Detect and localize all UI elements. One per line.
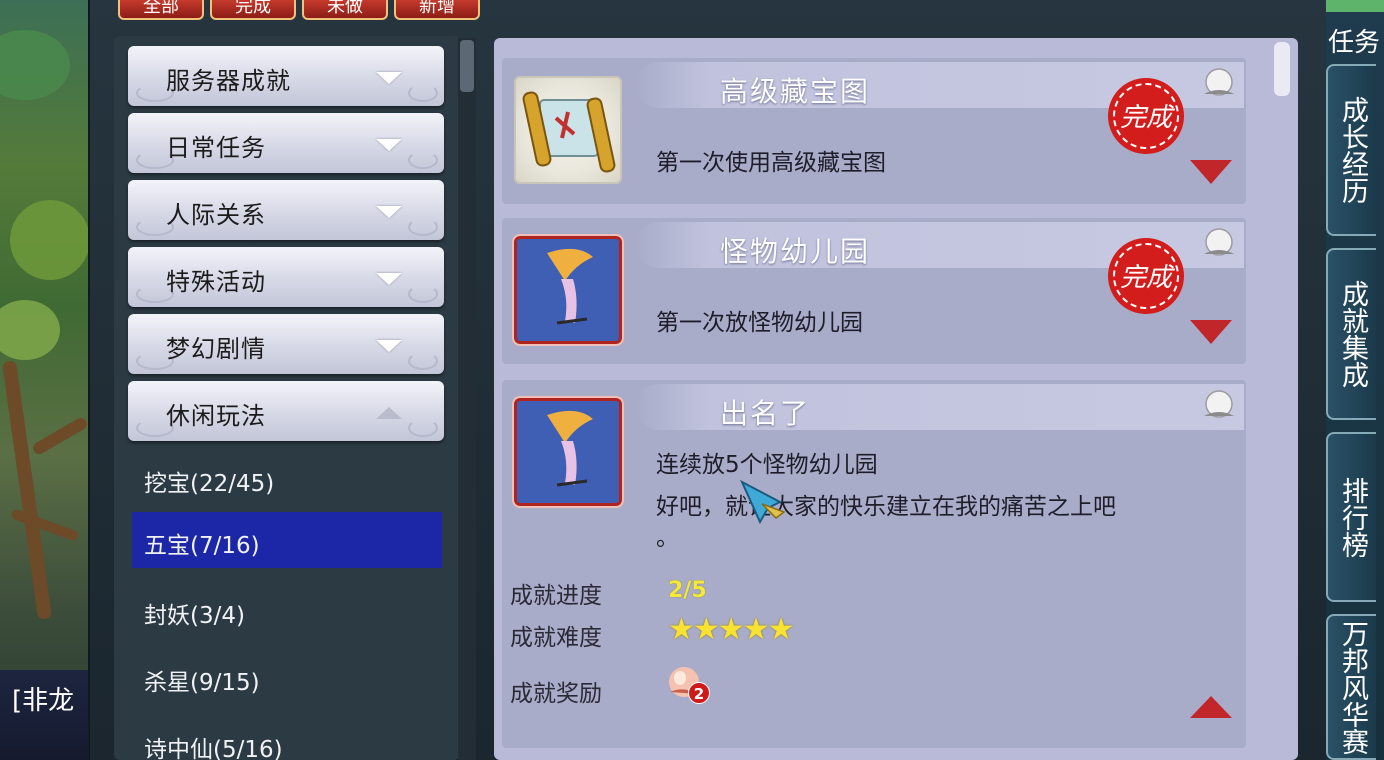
progress-value: 2/5: [668, 578, 707, 603]
chevron-down-icon: [376, 72, 402, 84]
reward-count-badge: 2: [688, 682, 710, 704]
filter-tabs: 全部 完成 未做 新增: [118, 0, 480, 22]
achievement-description: 第一次使用高级藏宝图: [656, 150, 886, 176]
game-scenery: [0, 0, 95, 760]
category-daily-tasks[interactable]: 日常任务: [128, 113, 444, 173]
filter-tab-not-done[interactable]: 未做: [302, 0, 388, 20]
subcategory-five-treasures[interactable]: 五宝(7/16): [132, 512, 442, 568]
tab-wanbang-contest[interactable]: 万邦风华赛: [1326, 614, 1376, 760]
peach-icon: [1204, 228, 1234, 256]
chevron-down-icon: [376, 340, 402, 352]
achievement-title: 高级藏宝图: [720, 75, 871, 108]
achievement-card-expanded[interactable]: 出名了 连续放5个怪物幼儿园 好吧，就让大家的快乐建立在我的痛苦之上吧 。 成就…: [502, 380, 1246, 748]
chevron-down-icon: [376, 273, 402, 285]
difficulty-stars-icon: ★★★★★: [668, 612, 794, 647]
task-tab-label[interactable]: 任务: [1328, 22, 1380, 59]
category-panel: 服务器成就 日常任务 人际关系 特殊活动 梦幻剧情 休闲玩法 挖宝(22/45)…: [114, 36, 460, 760]
category-scrollbar[interactable]: [458, 38, 476, 760]
difficulty-row: 成就难度 ★★★★★: [510, 612, 794, 652]
tab-achievement-collection[interactable]: 成就集成: [1326, 248, 1376, 420]
category-label: 日常任务: [166, 134, 266, 162]
category-label: 特殊活动: [166, 268, 266, 296]
achievement-description: 第一次放怪物幼儿园: [656, 310, 863, 336]
chevron-down-icon: [376, 206, 402, 218]
description-line: 。: [656, 525, 679, 551]
category-special-events[interactable]: 特殊活动: [128, 247, 444, 307]
subcategory-kill-stars[interactable]: 杀星(9/15): [132, 649, 442, 705]
tab-growth-history[interactable]: 成长经历: [1326, 64, 1376, 236]
description-line: 连续放5个怪物幼儿园: [656, 452, 878, 478]
stamp-text: 完成: [1120, 263, 1176, 293]
tab-leaderboard[interactable]: 排行榜: [1326, 432, 1376, 602]
filter-tab-all[interactable]: 全部: [118, 0, 204, 20]
treasure-map-scroll-icon: [514, 76, 622, 184]
filter-tab-new[interactable]: 新增: [394, 0, 480, 20]
chevron-up-icon: [376, 407, 402, 419]
category-label: 梦幻剧情: [166, 335, 266, 363]
achievement-description: 连续放5个怪物幼儿园 好吧，就让大家的快乐建立在我的痛苦之上吧 。: [656, 444, 1116, 551]
filter-tab-completed[interactable]: 完成: [210, 0, 296, 20]
monster-kindergarten-icon: [512, 396, 624, 508]
description-line: 好吧，就让大家的快乐建立在我的痛苦之上吧: [656, 494, 1116, 520]
subcategory-treasure-dig[interactable]: 挖宝(22/45): [132, 450, 442, 506]
achievement-card[interactable]: 怪物幼儿园 第一次放怪物幼儿园 完成: [502, 218, 1246, 364]
difficulty-label: 成就难度: [510, 625, 602, 651]
category-label: 休闲玩法: [166, 402, 266, 430]
monster-kindergarten-icon: [512, 234, 624, 346]
peach-icon: [1204, 68, 1234, 96]
category-label: 服务器成就: [166, 67, 291, 95]
completed-stamp-icon: 完成: [1108, 78, 1184, 154]
achievement-title: 怪物幼儿园: [720, 235, 871, 268]
expand-arrow-icon[interactable]: [1190, 320, 1232, 344]
progress-label: 成就进度: [510, 583, 602, 609]
category-story[interactable]: 梦幻剧情: [128, 314, 444, 374]
stamp-text: 完成: [1120, 103, 1176, 133]
category-leisure[interactable]: 休闲玩法: [128, 381, 444, 441]
reward-peach-icon[interactable]: 2: [664, 660, 710, 706]
achievement-card[interactable]: 高级藏宝图 第一次使用高级藏宝图 完成: [502, 58, 1246, 204]
collapse-arrow-icon[interactable]: [1190, 696, 1232, 718]
scrollbar-thumb[interactable]: [460, 40, 474, 92]
achievement-scrollbar[interactable]: [1270, 38, 1296, 760]
completed-stamp-icon: 完成: [1108, 238, 1184, 314]
scrollbar-thumb[interactable]: [1274, 42, 1290, 96]
player-name-label: [非龙: [0, 670, 88, 760]
category-label: 人际关系: [166, 201, 266, 229]
reward-label: 成就奖励: [510, 681, 602, 707]
subcategory-poetry-immortal[interactable]: 诗中仙(5/16): [132, 716, 442, 760]
subcategory-seal-demons[interactable]: 封妖(3/4): [132, 582, 442, 638]
chevron-down-icon: [376, 139, 402, 151]
progress-row: 成就进度 2/5: [510, 576, 707, 610]
expand-arrow-icon[interactable]: [1190, 160, 1232, 184]
achievement-list: 高级藏宝图 第一次使用高级藏宝图 完成 怪物幼儿园 第一次放怪物幼儿园 完成 出…: [494, 38, 1298, 760]
reward-row: 成就奖励 2: [510, 667, 710, 708]
category-server-achievements[interactable]: 服务器成就: [128, 46, 444, 106]
cursor-icon: [740, 479, 786, 524]
category-relationships[interactable]: 人际关系: [128, 180, 444, 240]
achievement-title: 出名了: [720, 397, 811, 430]
peach-icon: [1204, 390, 1234, 418]
